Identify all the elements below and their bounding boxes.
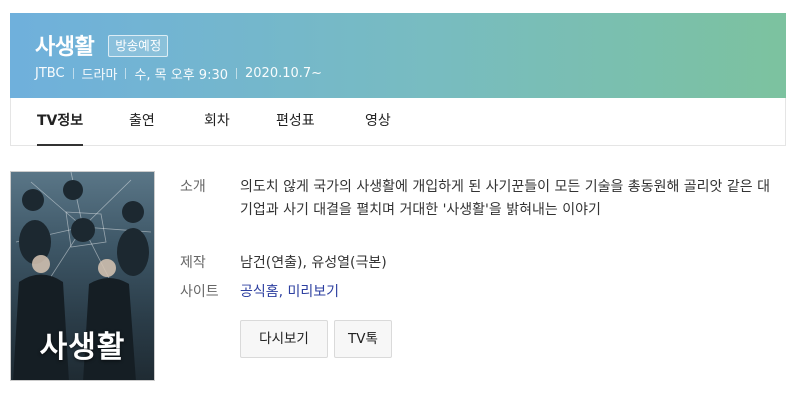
tab-episodes[interactable]: 회차 [204, 98, 230, 145]
program-poster[interactable]: 사생활 [10, 171, 155, 381]
site-label: 사이트 [180, 284, 219, 300]
poster-title: 사생활 [39, 330, 126, 365]
production-text: 남건(연출), 유성열(극본) [240, 255, 387, 271]
program-meta: JTBC 드라마 수, 목 오후 9:30 2020.10.7~ [35, 64, 322, 83]
tab-tv-info[interactable]: TV정보 [37, 98, 84, 146]
meta-genre: 드라마 [81, 68, 118, 83]
replay-button[interactable]: 다시보기 [240, 320, 328, 358]
preview-link[interactable]: 미리보기 [288, 284, 340, 300]
meta-divider [236, 68, 237, 79]
intro-label: 소개 [180, 179, 206, 195]
program-title[interactable]: 사생활 [35, 29, 95, 61]
intro-text: 의도치 않게 국가의 사생활에 개입하게 된 사기꾼들이 모든 기술을 총동원해… [240, 179, 770, 218]
status-badge: 방송예정 [108, 35, 169, 57]
tab-cast[interactable]: 출연 [129, 98, 155, 145]
site-link-separator: , [278, 284, 288, 300]
title-row: 사생활 방송예정 [35, 29, 169, 61]
tv-talk-button[interactable]: TV톡 [334, 320, 392, 358]
site-links: 공식홈, 미리보기 [240, 281, 339, 304]
meta-divider [72, 68, 74, 79]
program-header: 사생활 방송예정 JTBC 드라마 수, 목 오후 9:30 2020.10.7… [10, 13, 786, 98]
official-site-link[interactable]: 공식홈 [240, 284, 279, 300]
tab-schedule[interactable]: 편성표 [276, 98, 315, 145]
meta-divider [125, 68, 127, 79]
meta-start-date: 2020.10.7~ [245, 66, 323, 81]
meta-schedule: 수, 목 오후 9:30 [134, 68, 228, 83]
tab-videos[interactable]: 영상 [365, 98, 391, 145]
production-label: 제작 [180, 255, 206, 271]
meta-channel: JTBC [35, 66, 65, 81]
tab-bar: TV정보 출연 회차 편성표 영상 [10, 98, 786, 146]
